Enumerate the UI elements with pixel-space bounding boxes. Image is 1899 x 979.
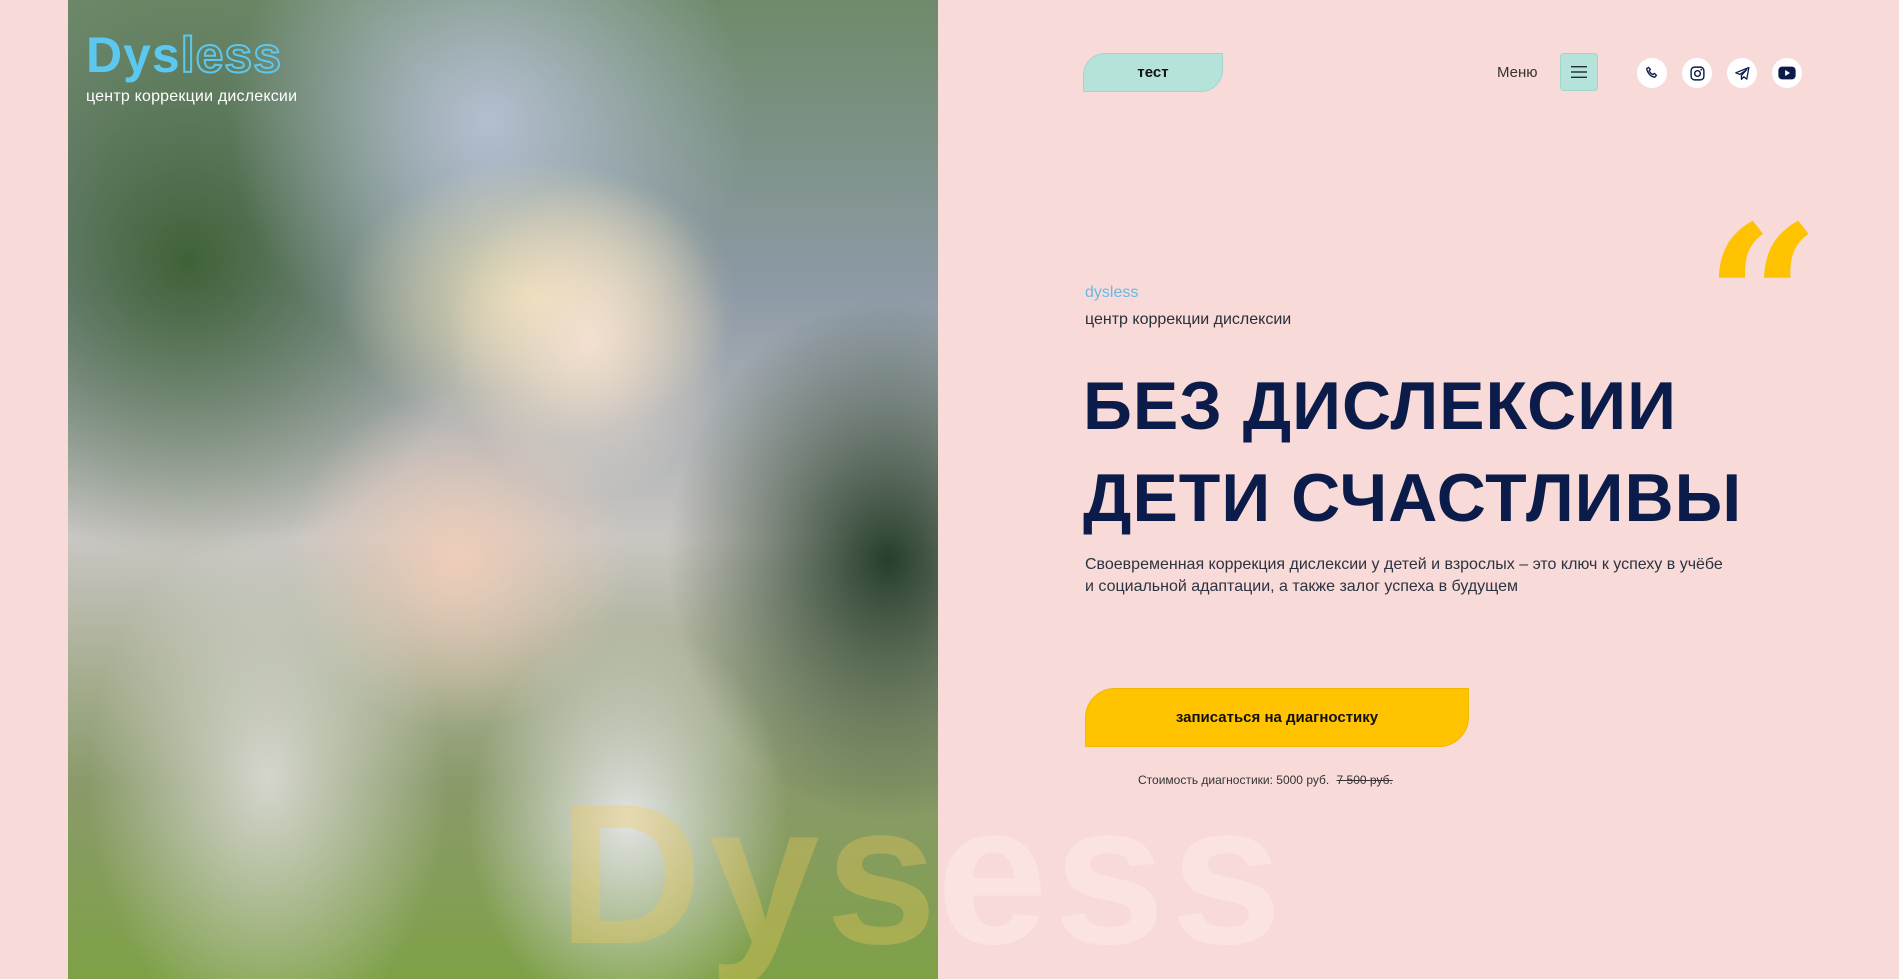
hero-description: Своевременная коррекция дислексии у дете… xyxy=(1085,554,1815,598)
hamburger-icon xyxy=(1571,66,1587,78)
telegram-link[interactable] xyxy=(1727,58,1757,88)
instagram-icon xyxy=(1689,65,1705,81)
phone-link[interactable] xyxy=(1637,58,1667,88)
hero-brand: dysless xyxy=(1085,284,1139,301)
hero-description-line-2: и социальной адаптации, а также залог ус… xyxy=(1085,578,1519,595)
diagnostic-price: Стоимость диагностики: 5000 руб. 7 500 р… xyxy=(1138,773,1393,787)
logo-subtitle: центр коррекции дислексии xyxy=(86,88,298,105)
instagram-link[interactable] xyxy=(1682,58,1712,88)
hero-brand-subtitle: центр коррекции дислексии xyxy=(1085,311,1292,328)
price-old: 7 500 руб. xyxy=(1336,773,1393,787)
social-links xyxy=(1637,58,1802,88)
logo-wordmark: Dysless xyxy=(86,27,283,83)
book-diagnostic-button[interactable]: записаться на диагностику xyxy=(1085,688,1469,747)
hero-photo: Dysless xyxy=(68,0,938,979)
hero-title: БЕЗ ДИСЛЕКСИИ ДЕТИ СЧАСТЛИВЫ xyxy=(1083,360,1742,544)
hero-title-line-2: ДЕТИ СЧАСТЛИВЫ xyxy=(1083,460,1743,536)
hero-title-line-1: БЕЗ ДИСЛЕКСИИ xyxy=(1083,368,1677,444)
hero-description-line-1: Своевременная коррекция дислексии у дете… xyxy=(1085,556,1723,573)
menu-button[interactable] xyxy=(1560,53,1598,91)
test-button[interactable]: тест xyxy=(1083,53,1223,92)
background-watermark: Dysless xyxy=(938,763,1289,979)
price-current: Стоимость диагностики: 5000 руб. xyxy=(1138,773,1330,787)
menu-label[interactable]: Меню xyxy=(1497,64,1538,81)
youtube-icon xyxy=(1778,66,1796,80)
photo-watermark: Dysless xyxy=(558,763,938,979)
phone-icon xyxy=(1645,66,1658,78)
logo[interactable]: Dysless центр коррекции дислексии xyxy=(86,27,298,106)
youtube-link[interactable] xyxy=(1772,58,1802,88)
telegram-icon xyxy=(1734,66,1750,80)
